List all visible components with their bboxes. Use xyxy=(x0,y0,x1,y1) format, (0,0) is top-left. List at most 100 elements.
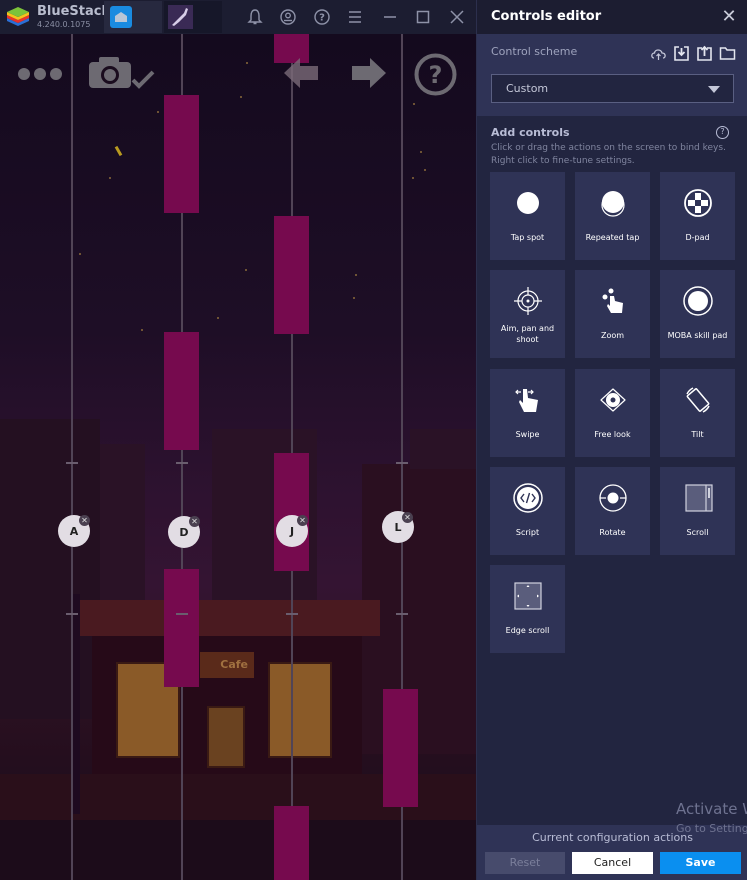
key-range-cap xyxy=(66,462,78,464)
help-circle-icon[interactable]: ? xyxy=(413,52,458,97)
control-swipe[interactable]: Swipe xyxy=(490,369,565,457)
control-label: Swipe xyxy=(515,430,540,439)
control-label: Repeated tap xyxy=(585,233,640,242)
aim-icon xyxy=(513,287,542,315)
add-controls-description: Click or drag the actions on the screen … xyxy=(491,142,741,168)
close-panel-icon[interactable]: ✕ xyxy=(720,8,738,26)
control-tap-spot[interactable]: Tap spot xyxy=(490,172,565,260)
dpad-icon xyxy=(683,189,712,217)
control-edge-scroll[interactable]: Edge scroll xyxy=(490,565,565,653)
free-look-icon xyxy=(599,388,626,412)
piano-tile xyxy=(164,332,199,450)
minimize-icon[interactable] xyxy=(381,8,399,26)
tilt-icon xyxy=(685,387,710,413)
remove-key-icon[interactable]: ✕ xyxy=(297,515,308,526)
cafe-window-right xyxy=(268,662,332,758)
cloud-icon[interactable] xyxy=(650,45,667,62)
star xyxy=(79,253,81,255)
menu-icon[interactable] xyxy=(346,8,364,26)
zoom-gesture-icon xyxy=(602,288,623,313)
control-repeated-tap[interactable]: Repeated tap xyxy=(575,172,650,260)
folder-icon[interactable] xyxy=(719,45,736,62)
description-line: Right click to fine-tune settings. xyxy=(491,156,635,166)
key-label: A xyxy=(69,524,79,538)
control-scroll[interactable]: Scroll xyxy=(660,467,735,555)
account-icon[interactable] xyxy=(279,8,297,26)
forward-arrow-icon[interactable] xyxy=(350,56,388,90)
control-label: Tap spot xyxy=(510,233,545,242)
control-label: Free look xyxy=(594,430,631,439)
control-label: Script xyxy=(515,528,540,537)
control-zoom[interactable]: Zoom xyxy=(575,270,650,358)
key-range-cap xyxy=(66,613,78,615)
control-tilt[interactable]: Tilt xyxy=(660,369,735,457)
cafe-roof xyxy=(80,600,380,636)
star xyxy=(420,151,422,153)
tab-home[interactable] xyxy=(104,1,162,33)
save-button[interactable]: Save xyxy=(660,852,741,874)
key-label: D xyxy=(179,525,189,539)
control-rotate[interactable]: Rotate xyxy=(575,467,650,555)
control-scheme-section: Control scheme Custom xyxy=(477,34,747,116)
add-controls-heading: Add controls xyxy=(491,126,570,139)
tab-game[interactable] xyxy=(164,1,222,33)
remove-key-icon[interactable]: ✕ xyxy=(189,516,200,527)
building-roof xyxy=(410,429,476,469)
bluestacks-window: BlueStacks 4.240.0.1075 ? Cafe A ✕ D ✕ J… xyxy=(0,0,747,880)
panel-title: Controls editor xyxy=(491,9,602,24)
star xyxy=(141,329,143,331)
more-icon[interactable] xyxy=(17,64,65,84)
swipe-icon xyxy=(514,389,538,412)
control-scheme-dropdown[interactable]: Custom xyxy=(491,74,734,103)
back-arrow-icon[interactable] xyxy=(282,56,320,90)
piano-tile xyxy=(274,806,309,880)
export-icon[interactable] xyxy=(696,45,713,62)
reset-button[interactable]: Reset xyxy=(485,852,565,874)
cancel-button[interactable]: Cancel xyxy=(572,852,653,874)
control-dpad[interactable]: D-pad xyxy=(660,172,735,260)
cafe-sign: Cafe xyxy=(200,652,254,678)
help-icon[interactable]: ? xyxy=(716,126,729,139)
star xyxy=(245,269,247,271)
control-label: Scroll xyxy=(686,528,709,537)
bell-icon[interactable] xyxy=(246,8,264,26)
control-moba-skill-pad[interactable]: MOBA skill pad xyxy=(660,270,735,358)
star xyxy=(424,169,426,171)
control-script[interactable]: Script xyxy=(490,467,565,555)
controls-editor-panel: Controls editor ✕ Control scheme Custom … xyxy=(476,0,747,880)
control-label: Rotate xyxy=(599,528,626,537)
close-icon[interactable] xyxy=(448,8,466,26)
key-range-cap xyxy=(286,613,298,615)
key-range-cap xyxy=(396,462,408,464)
game-canvas[interactable]: Cafe A ✕ D ✕ J ✕ L ✕ ? xyxy=(0,34,476,880)
control-label: Edge scroll xyxy=(505,626,550,635)
key-range-cap xyxy=(396,613,408,615)
maximize-icon[interactable] xyxy=(414,8,432,26)
lamp-post xyxy=(72,594,80,814)
lane-line xyxy=(71,34,73,880)
piano-tile xyxy=(274,216,309,334)
help-icon[interactable]: ? xyxy=(313,8,331,26)
star xyxy=(157,111,159,113)
activate-windows-subtext: Go to Settings to activate Windows. xyxy=(676,822,747,835)
import-icon[interactable] xyxy=(673,45,690,62)
camera-check-icon[interactable] xyxy=(87,54,157,92)
key-range-cap xyxy=(176,613,188,615)
scroll-icon xyxy=(684,484,713,512)
remove-key-icon[interactable]: ✕ xyxy=(402,512,413,523)
star xyxy=(412,177,414,179)
control-aim-pan-shoot[interactable]: Aim, pan and shoot xyxy=(490,270,565,358)
star xyxy=(246,62,248,64)
piano-tile xyxy=(164,569,199,687)
piano-tile xyxy=(383,689,418,807)
remove-key-icon[interactable]: ✕ xyxy=(79,515,90,526)
edge-scroll-icon xyxy=(513,582,542,610)
control-label: Zoom xyxy=(600,331,625,340)
activate-windows-watermark: Activate Windows xyxy=(676,800,747,818)
key-label: J xyxy=(289,524,295,538)
control-label: D-pad xyxy=(685,233,710,242)
cafe-door xyxy=(207,706,245,768)
tap-spot-icon xyxy=(516,192,539,214)
repeated-tap-icon xyxy=(600,191,625,217)
control-free-look[interactable]: Free look xyxy=(575,369,650,457)
